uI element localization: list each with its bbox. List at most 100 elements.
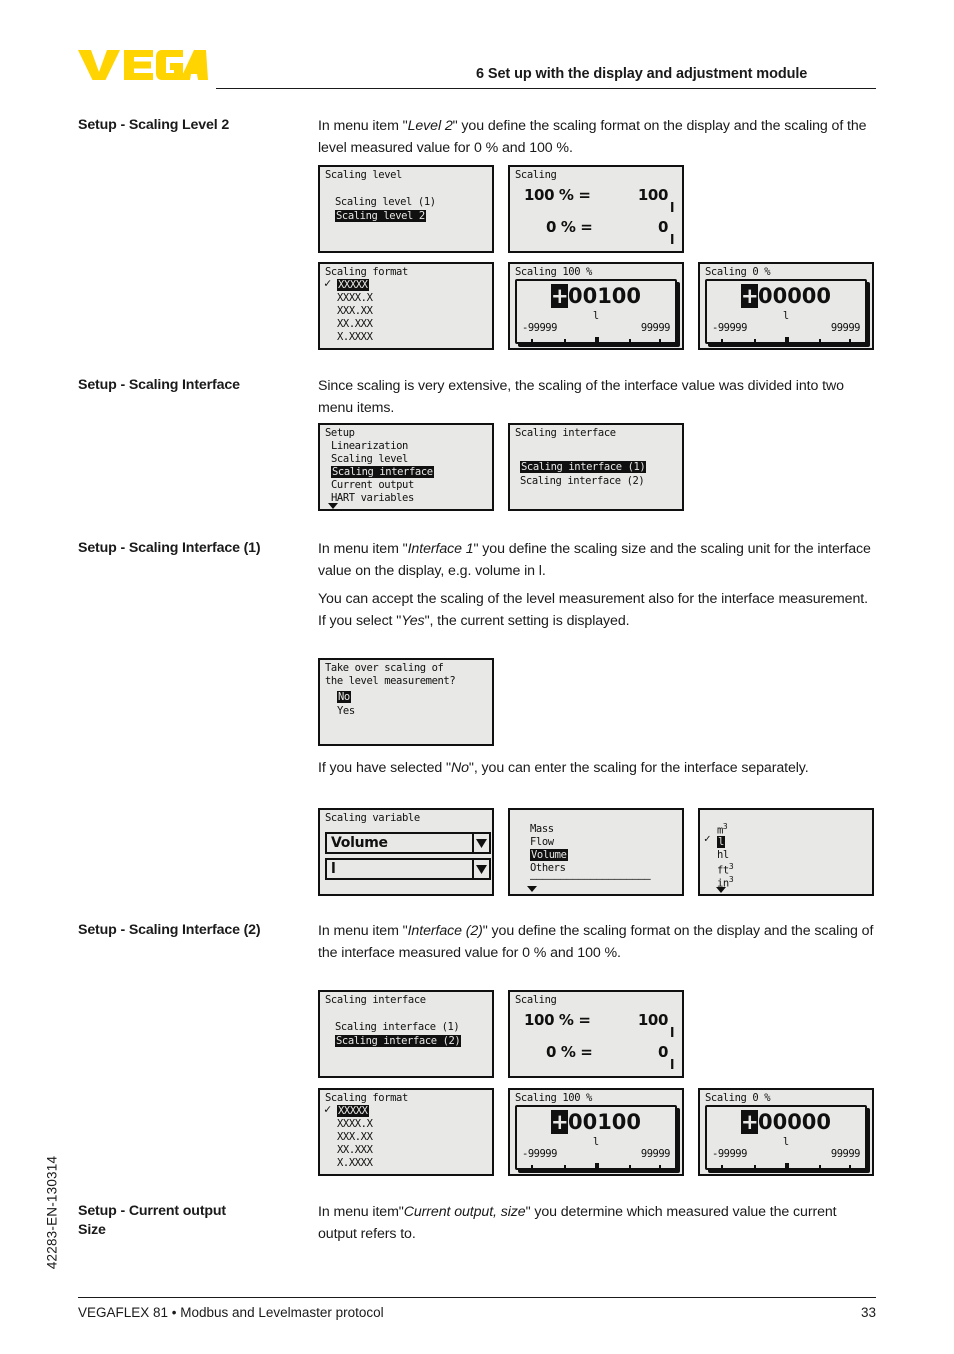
setup-item-scaling-level[interactable]: Scaling level bbox=[331, 453, 408, 465]
unit-option-m3[interactable]: m3 bbox=[717, 822, 728, 837]
screen-title: Scaling bbox=[515, 169, 557, 181]
scroll-down-icon[interactable] bbox=[328, 503, 338, 509]
screen-scaling-format-2: Scaling format ✓ XXXXX XXXX.X XXX.XX XX.… bbox=[318, 1088, 494, 1176]
format-option-0[interactable]: XXXXX bbox=[337, 279, 369, 291]
digits-field[interactable]: 00000 bbox=[758, 284, 831, 308]
scaling-0-unit: l bbox=[782, 1136, 790, 1148]
scaling-100-unit: l bbox=[592, 310, 600, 322]
sign-field[interactable]: + bbox=[740, 284, 759, 308]
section-text-scaling-interface: Since scaling is very extensive, the sca… bbox=[318, 378, 844, 416]
document-id: 42283-EN-130314 bbox=[44, 1155, 60, 1270]
section-text-interface-1b: You can accept the scaling of the level … bbox=[318, 591, 868, 629]
value-entry-box[interactable]: +00100 l -99999 99999 bbox=[515, 1105, 677, 1172]
scaling-unit-dropdown[interactable]: l bbox=[325, 858, 491, 880]
interface-item-2[interactable]: Scaling interface (2) bbox=[520, 475, 645, 487]
setup-item-linearization[interactable]: Linearization bbox=[331, 440, 408, 452]
value-entry-box[interactable]: +00100 l -99999 99999 bbox=[515, 279, 677, 346]
interface2-item-2[interactable]: Scaling interface (2) bbox=[335, 1035, 462, 1047]
scaling-variable-value: Volume bbox=[331, 835, 388, 851]
digits-field[interactable]: 00000 bbox=[758, 1110, 831, 1134]
chevron-down-icon[interactable] bbox=[472, 834, 489, 852]
format-option-3[interactable]: XX.XXX bbox=[337, 318, 373, 330]
footer-product: VEGAFLEX 81 • Modbus and Levelmaster pro… bbox=[78, 1305, 384, 1320]
screen-variable-list: Mass Flow Volume Others ––––––––––––––––… bbox=[508, 808, 684, 896]
row-0-unit: l bbox=[669, 233, 674, 248]
takeover-option-no[interactable]: No bbox=[337, 691, 351, 703]
format-option-4[interactable]: X.XXXX bbox=[337, 1157, 373, 1169]
row-0-value[interactable]: 0 bbox=[658, 218, 668, 236]
section-label-current-output-size: Setup - Current output Size bbox=[78, 1203, 227, 1238]
format-option-2[interactable]: XXX.XX bbox=[337, 305, 373, 317]
row-0-value[interactable]: 0 bbox=[658, 1043, 668, 1061]
screen-scaling-level: Scaling level Scaling level (1) Scaling … bbox=[318, 165, 494, 253]
header-divider bbox=[216, 88, 876, 89]
range-scalebar bbox=[721, 337, 851, 346]
variable-option-flow[interactable]: Flow bbox=[530, 836, 554, 848]
row-100-unit: l bbox=[669, 201, 674, 216]
row-100-value[interactable]: 100 bbox=[638, 186, 669, 204]
section-text-scaling-level-2: In menu item "Level 2" you define the sc… bbox=[318, 118, 867, 156]
value-entry-box[interactable]: +00000 l -99999 99999 bbox=[705, 1105, 867, 1172]
value-entry-box[interactable]: +00000 l -99999 99999 bbox=[705, 279, 867, 346]
range-min: -99999 bbox=[522, 322, 557, 334]
screen-title: Scaling 100 % bbox=[515, 1092, 592, 1104]
variable-option-volume[interactable]: Volume bbox=[530, 849, 568, 861]
scroll-down-icon[interactable] bbox=[527, 886, 537, 892]
screen-title: Scaling interface bbox=[515, 427, 616, 439]
range-max: 99999 bbox=[640, 1148, 671, 1160]
unit-option-hl[interactable]: hl bbox=[717, 849, 729, 861]
screen-unit-list: m3 ✓ l hl ft3 in3 bbox=[698, 808, 874, 896]
checkmark-icon: ✓ bbox=[324, 1102, 332, 1116]
sign-field[interactable]: + bbox=[550, 1110, 569, 1134]
page-footer: VEGAFLEX 81 • Modbus and Levelmaster pro… bbox=[78, 1305, 876, 1320]
setup-item-scaling-interface[interactable]: Scaling interface bbox=[331, 466, 434, 478]
format-option-1[interactable]: XXXX.X bbox=[337, 1118, 373, 1130]
screen-scaling-0-2: Scaling 0 % +00000 l -99999 99999 bbox=[698, 1088, 874, 1176]
digits-field[interactable]: 00100 bbox=[568, 284, 641, 308]
digits-field[interactable]: 00100 bbox=[568, 1110, 641, 1134]
screen-scaling-percent: Scaling 100 % = 100 l 0 % = 0 l bbox=[508, 165, 684, 253]
screen-scaling-variable: Scaling variable Volume l bbox=[318, 808, 494, 896]
checkmark-icon: ✓ bbox=[704, 832, 711, 845]
section-label-scaling-interface-2: Setup - Scaling Interface (2) bbox=[78, 922, 261, 938]
scaling-100-value[interactable]: +00100 bbox=[517, 1110, 675, 1134]
screen-title: Scaling 0 % bbox=[705, 266, 771, 278]
interface-item-1[interactable]: Scaling interface (1) bbox=[520, 461, 647, 473]
format-option-0[interactable]: XXXXX bbox=[337, 1105, 369, 1117]
scroll-down-icon[interactable] bbox=[716, 887, 726, 893]
row-100-label: 100 % = bbox=[524, 186, 591, 204]
menu-item-scaling-level-1[interactable]: Scaling level (1) bbox=[335, 196, 436, 208]
interface2-item-1[interactable]: Scaling interface (1) bbox=[335, 1021, 460, 1033]
format-option-2[interactable]: XXX.XX bbox=[337, 1131, 373, 1143]
screen-scaling-percent-2: Scaling 100 % = 100 l 0 % = 0 l bbox=[508, 990, 684, 1078]
menu-item-scaling-level-2[interactable]: Scaling level 2 bbox=[335, 210, 426, 222]
section-text-interface-2: In menu item "Interface (2)" you define … bbox=[318, 923, 874, 961]
screen-scaling-100: Scaling 100 % +00100 l -99999 99999 bbox=[508, 262, 684, 350]
chevron-down-icon[interactable] bbox=[472, 860, 489, 878]
setup-item-current-output[interactable]: Current output bbox=[331, 479, 414, 491]
screen-title: Scaling 0 % bbox=[705, 1092, 771, 1104]
format-option-4[interactable]: X.XXXX bbox=[337, 331, 373, 343]
unit-option-l[interactable]: l bbox=[717, 836, 725, 848]
scaling-100-value[interactable]: +00100 bbox=[517, 284, 675, 308]
setup-item-hart-variables[interactable]: HART variables bbox=[331, 492, 414, 504]
range-min: -99999 bbox=[522, 1148, 557, 1160]
scaling-variable-dropdown[interactable]: Volume bbox=[325, 832, 491, 854]
row-100-value[interactable]: 100 bbox=[638, 1011, 669, 1029]
screen-title: Setup bbox=[325, 427, 355, 439]
scaling-0-value[interactable]: +00000 bbox=[707, 1110, 865, 1134]
range-max: 99999 bbox=[830, 322, 861, 334]
page-header: 6 Set up with the display and adjustment… bbox=[0, 0, 954, 100]
format-option-3[interactable]: XX.XXX bbox=[337, 1144, 373, 1156]
variable-option-mass[interactable]: Mass bbox=[530, 823, 554, 835]
takeover-option-yes[interactable]: Yes bbox=[337, 705, 355, 717]
scaling-0-value[interactable]: +00000 bbox=[707, 284, 865, 308]
section-label-scaling-level-2: Setup - Scaling Level 2 bbox=[78, 117, 230, 133]
screen-title: Scaling variable bbox=[325, 812, 420, 824]
format-option-1[interactable]: XXXX.X bbox=[337, 292, 373, 304]
row-100-unit: l bbox=[669, 1026, 674, 1041]
sign-field[interactable]: + bbox=[550, 284, 569, 308]
sign-field[interactable]: + bbox=[740, 1110, 759, 1134]
screen-title: Scaling format bbox=[325, 266, 408, 278]
screen-scaling-format: Scaling format ✓ XXXXX XXXX.X XXX.XX XX.… bbox=[318, 262, 494, 350]
